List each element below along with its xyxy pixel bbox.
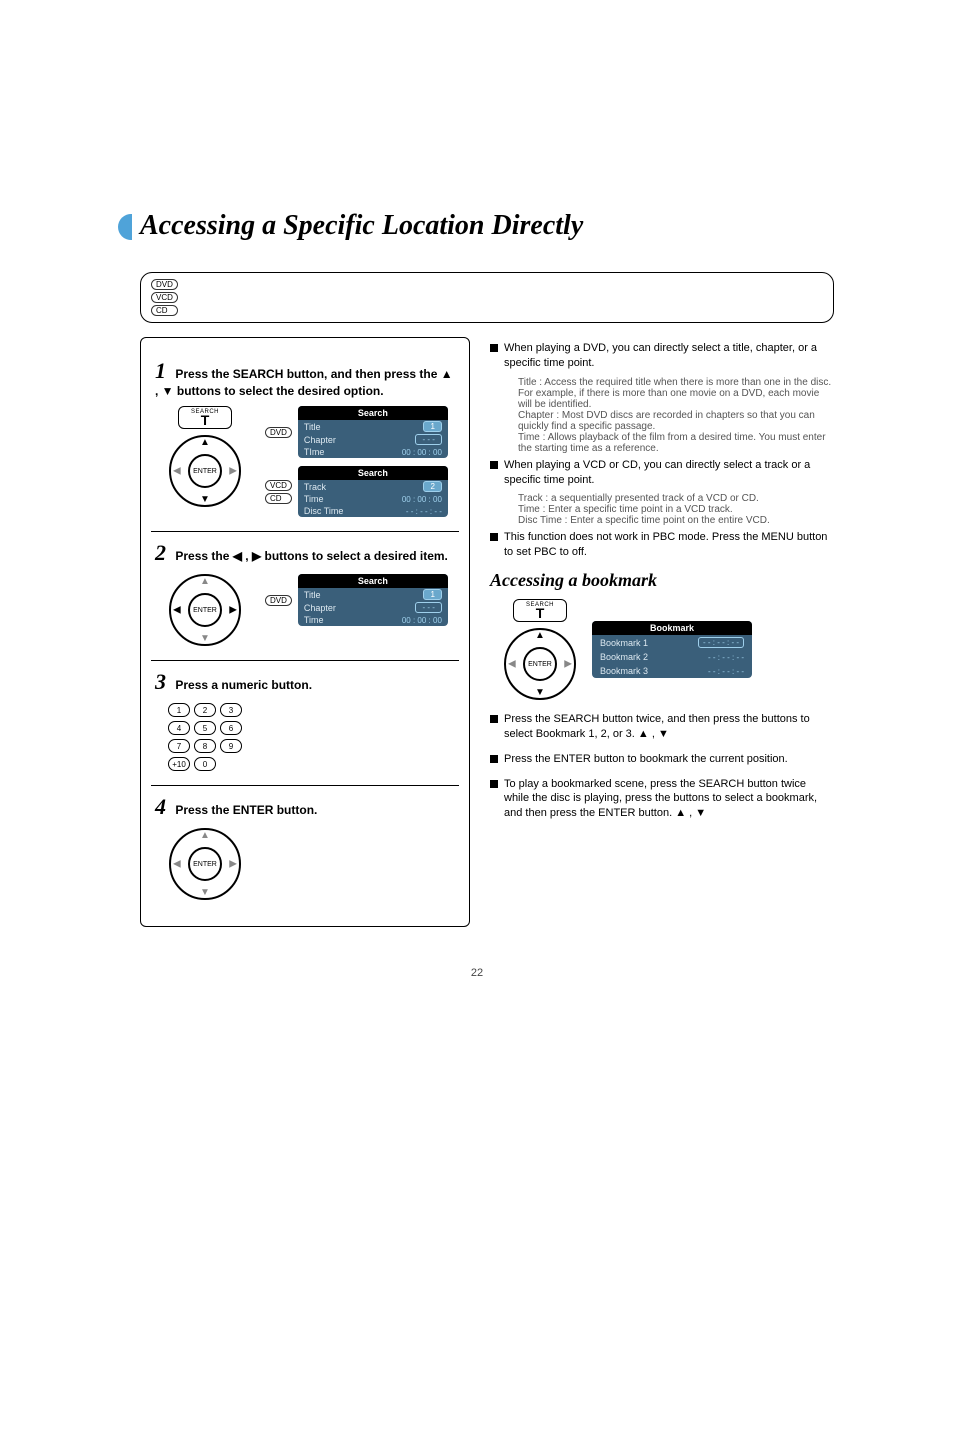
step-number: 4	[155, 794, 166, 819]
numkey-9[interactable]: 9	[220, 739, 242, 753]
left-arrow-icon[interactable]: ◀	[173, 859, 181, 870]
dpad[interactable]: ▲ ▼ ▶ ◀ ENTER	[169, 574, 241, 646]
disc-badge: CD	[265, 493, 292, 504]
step-number: 1	[155, 358, 166, 383]
disc-badge: DVD	[265, 595, 292, 606]
right-arrow-icon[interactable]: ▶	[229, 605, 237, 616]
step-text: Press the ENTER button.	[175, 803, 317, 817]
step-3: 3 Press a numeric button. 1 2 3 4 5 6 7	[151, 661, 459, 786]
numkey-7[interactable]: 7	[168, 739, 190, 753]
dpad[interactable]: ▲ ▼ ▶ ◀ ENTER	[504, 628, 576, 700]
steps-panel: 1 Press the SEARCH button, and then pres…	[140, 337, 470, 927]
disc-badge-dvd: DVD	[151, 279, 178, 290]
numkey-5[interactable]: 5	[194, 721, 216, 735]
numeric-keypad[interactable]: 1 2 3 4 5 6 7 8 9 +10 0	[168, 703, 242, 771]
step-1: 1 Press the SEARCH button, and then pres…	[151, 350, 459, 532]
up-arrow-icon[interactable]: ▲	[200, 437, 210, 448]
enter-button[interactable]: ENTER	[188, 454, 222, 488]
square-bullet-icon	[490, 780, 498, 788]
bookmark-figure: SEARCH T ▲ ▼ ▶ ◀ ENTER Bookmark Bookmark…	[504, 599, 834, 700]
right-arrow-icon[interactable]: ▶	[229, 466, 237, 477]
left-arrow-icon[interactable]: ◀	[508, 659, 516, 670]
enter-button[interactable]: ENTER	[188, 593, 222, 627]
down-arrow-icon[interactable]: ▼	[200, 887, 210, 898]
dpad[interactable]: ▲ ▼ ▶ ◀ ENTER	[169, 828, 241, 900]
bookmark-heading: Accessing a bookmark	[490, 570, 834, 591]
numkey-3[interactable]: 3	[220, 703, 242, 717]
step-2: 2 Press the ◀ , ▶ buttons to select a de…	[151, 532, 459, 661]
osd-search-vcd: Search Track2 Time00 : 00 : 00 Disc Time…	[298, 466, 448, 517]
right-arrow-icon[interactable]: ▶	[564, 659, 572, 670]
numkey-1[interactable]: 1	[168, 703, 190, 717]
square-bullet-icon	[490, 715, 498, 723]
disc-badge: VCD	[265, 480, 292, 491]
disc-badge-vcd: VCD	[151, 292, 178, 303]
square-bullet-icon	[490, 344, 498, 352]
square-bullet-icon	[490, 533, 498, 541]
disc-type-bar: DVD VCD CD	[140, 272, 834, 323]
note-item: When playing a DVD, you can directly sel…	[490, 341, 834, 454]
step-text-suffix: buttons to select the desired option.	[177, 384, 384, 398]
note-item: To play a bookmarked scene, press the SE…	[490, 777, 834, 828]
step-number: 3	[155, 669, 166, 694]
notes-panel: When playing a DVD, you can directly sel…	[490, 337, 834, 927]
dpad[interactable]: ▲ ▼ ▶ ◀ ENTER	[169, 435, 241, 507]
note-item: This function does not work in PBC mode.…	[490, 530, 834, 566]
up-arrow-icon[interactable]: ▲	[200, 830, 210, 841]
page-title: Accessing a Specific Location Directly	[140, 210, 914, 242]
left-arrow-icon[interactable]: ◀	[173, 605, 181, 616]
up-arrow-icon[interactable]: ▲	[535, 630, 545, 641]
numkey-2[interactable]: 2	[194, 703, 216, 717]
step-text-suffix: buttons to select a desired item.	[265, 549, 448, 563]
left-arrow-icon[interactable]: ◀	[173, 466, 181, 477]
note-item: When playing a VCD or CD, you can direct…	[490, 458, 834, 527]
osd-search: Search Title1 Chapter- - - Time00 : 00 :…	[298, 574, 448, 626]
search-button[interactable]: SEARCH T	[513, 599, 567, 622]
note-item: Press the SEARCH button twice, and then …	[490, 712, 834, 748]
numkey-6[interactable]: 6	[220, 721, 242, 735]
numkey-4[interactable]: 4	[168, 721, 190, 735]
down-arrow-icon[interactable]: ▼	[200, 633, 210, 644]
step-text: Press a numeric button.	[175, 678, 312, 692]
search-button[interactable]: SEARCH T	[178, 406, 232, 429]
disc-badge-cd: CD	[151, 305, 178, 316]
numkey-8[interactable]: 8	[194, 739, 216, 753]
step-number: 2	[155, 540, 166, 565]
down-arrow-icon[interactable]: ▼	[535, 687, 545, 698]
numkey-plus10[interactable]: +10	[168, 757, 190, 771]
osd-search-dvd: Search Title1 Chapter- - - TIme00 : 00 :…	[298, 406, 448, 458]
step-4: 4 Press the ENTER button. ▲ ▼ ▶ ◀ ENTER	[151, 786, 459, 914]
osd-bookmark: Bookmark Bookmark 1- - : - - : - - Bookm…	[592, 621, 752, 678]
disc-badge: DVD	[265, 427, 292, 438]
note-item: Press the ENTER button to bookmark the c…	[490, 752, 834, 773]
right-arrow-icon[interactable]: ▶	[229, 859, 237, 870]
up-arrow-icon[interactable]: ▲	[200, 576, 210, 587]
square-bullet-icon	[490, 755, 498, 763]
step-text: Press the	[175, 549, 229, 563]
down-arrow-icon[interactable]: ▼	[200, 494, 210, 505]
square-bullet-icon	[490, 461, 498, 469]
page-number: 22	[40, 967, 914, 979]
step-text: Press the SEARCH button, and then press …	[175, 367, 437, 381]
enter-button[interactable]: ENTER	[188, 847, 222, 881]
enter-button[interactable]: ENTER	[523, 647, 557, 681]
numkey-0[interactable]: 0	[194, 757, 216, 771]
